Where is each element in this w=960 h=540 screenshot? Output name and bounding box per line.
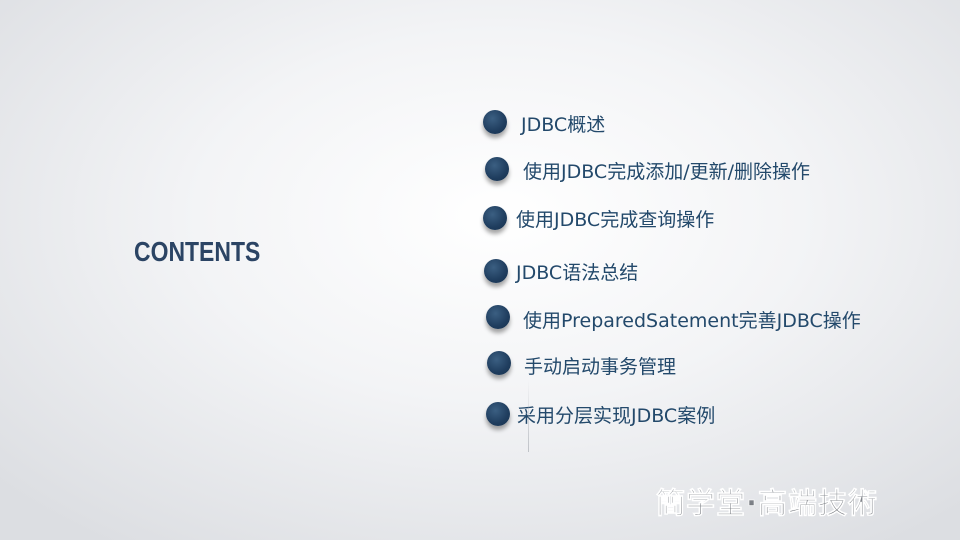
bullet-dot-icon: [484, 259, 508, 283]
bullet-dot-icon: [486, 305, 510, 329]
bullet-dot-icon: [483, 206, 507, 230]
list-item-label: 手动启动事务管理: [524, 356, 677, 378]
bullet-dot-icon: [487, 351, 511, 375]
list-item-label: 使用JDBC完成添加/更新/删除操作: [523, 161, 811, 183]
watermark-text: 簡学堂·高端技術: [656, 486, 878, 520]
list-item-label: 采用分层实现JDBC案例: [517, 405, 716, 427]
contents-title: CONTENTS: [134, 236, 261, 267]
list-item-label: JDBC概述: [521, 114, 606, 136]
list-item-label: 使用PreparedSatement完善JDBC操作: [523, 310, 861, 332]
list-item-label: 使用JDBC完成查询操作: [516, 209, 715, 231]
bullet-dot-icon: [486, 402, 510, 426]
divider: [528, 380, 529, 452]
bullet-dot-icon: [483, 110, 507, 134]
list-item-label: JDBC语法总结: [516, 262, 639, 284]
brand-watermark-logo: 簡学堂·高端技術: [656, 486, 878, 520]
slide: CONTENTS JDBC概述 使用JDBC完成添加/更新/删除操作 使用JDB…: [0, 0, 960, 540]
bullet-dot-icon: [485, 157, 509, 181]
